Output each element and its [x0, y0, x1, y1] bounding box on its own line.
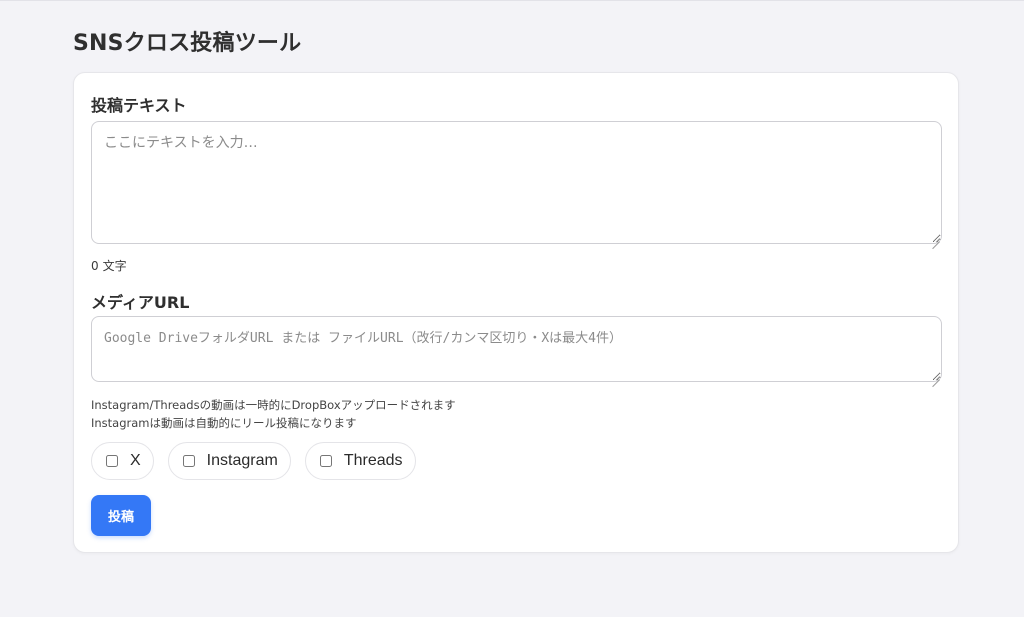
- platform-label-threads: Threads: [343, 452, 403, 469]
- platform-checkbox-x[interactable]: [106, 455, 118, 467]
- platform-chip-x[interactable]: X: [91, 442, 154, 480]
- media-url-label: メディアURL: [91, 293, 190, 312]
- post-form-card: 投稿テキスト 0文字 メディアURL Instagram/Threadsの動画は…: [73, 72, 959, 553]
- post-text-label: 投稿テキスト: [91, 96, 187, 115]
- char-count-value: 0: [91, 259, 99, 273]
- platform-label-instagram: Instagram: [206, 452, 278, 469]
- platform-chip-threads[interactable]: Threads: [304, 442, 416, 480]
- page-title: SNSクロス投稿ツール: [73, 31, 302, 56]
- platform-label-x: X: [130, 452, 141, 469]
- post-button[interactable]: 投稿: [91, 495, 151, 536]
- char-count-unit: 文字: [102, 259, 127, 273]
- media-note-reels: Instagramは動画は自動的にリール投稿になります: [91, 416, 357, 430]
- media-note-dropbox: Instagram/Threadsの動画は一時的にDropBoxアップロードされ…: [91, 398, 456, 412]
- post-text-input[interactable]: [91, 121, 942, 244]
- platform-chip-instagram[interactable]: Instagram: [167, 442, 291, 480]
- platform-checkbox-instagram[interactable]: [182, 455, 195, 467]
- platform-selector: X Instagram Threads: [91, 442, 416, 480]
- media-notes: Instagram/Threadsの動画は一時的にDropBoxアップロードされ…: [91, 396, 456, 432]
- char-counter: 0 文字: [91, 257, 131, 274]
- media-url-input[interactable]: [91, 316, 942, 382]
- platform-checkbox-threads[interactable]: [319, 455, 332, 467]
